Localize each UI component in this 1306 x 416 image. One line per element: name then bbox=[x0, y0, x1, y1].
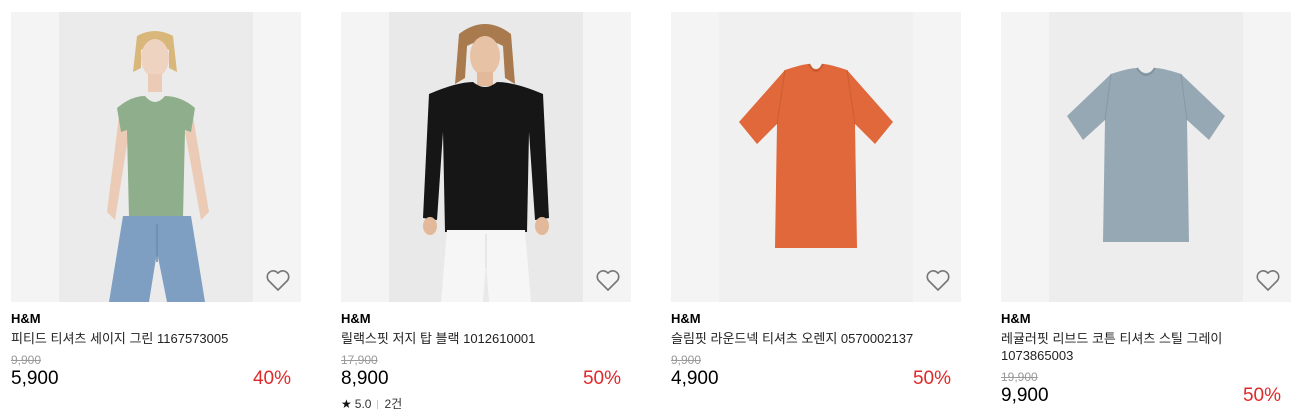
rating-summary: ★ 5.0 2건 bbox=[341, 397, 402, 411]
review-count: 2건 bbox=[384, 397, 403, 411]
discount-rate: 40% bbox=[252, 368, 291, 389]
product-photo[interactable] bbox=[389, 12, 583, 302]
brand-name[interactable]: H&M bbox=[671, 311, 701, 327]
product-photo[interactable] bbox=[1049, 12, 1243, 302]
discount-rate: 50% bbox=[1242, 385, 1281, 406]
discount-rate: 50% bbox=[582, 368, 621, 389]
sale-price: 8,900 bbox=[341, 368, 389, 389]
brand-name[interactable]: H&M bbox=[341, 311, 371, 327]
star-icon: ★ bbox=[341, 397, 352, 411]
brand-name[interactable]: H&M bbox=[11, 311, 41, 327]
product-card[interactable]: H&M 레귤러핏 리브드 코튼 티셔츠 스틸 그레이 1073865003 19… bbox=[1001, 12, 1291, 416]
original-price: 9,900 bbox=[671, 353, 702, 367]
original-price: 19,900 bbox=[1001, 370, 1038, 384]
sale-price: 4,900 bbox=[671, 368, 719, 389]
product-card[interactable]: H&M 피티드 티셔츠 세이지 그린 1167573005 9,900 5,90… bbox=[11, 12, 301, 416]
original-price: 17,900 bbox=[341, 353, 378, 367]
sale-price: 5,900 bbox=[11, 368, 59, 389]
product-name[interactable]: 릴랙스핏 저지 탑 블랙 1012610001 bbox=[341, 330, 626, 347]
rating-divider bbox=[377, 399, 379, 409]
rating-score: 5.0 bbox=[354, 397, 372, 411]
product-card[interactable]: H&M 슬림핏 라운드넥 티셔츠 오렌지 0570002137 9,900 4,… bbox=[671, 12, 961, 416]
original-price: 9,900 bbox=[11, 353, 42, 367]
sale-price: 9,900 bbox=[1001, 385, 1049, 406]
product-name[interactable]: 피티드 티셔츠 세이지 그린 1167573005 bbox=[11, 330, 296, 347]
product-image-area[interactable] bbox=[11, 12, 301, 302]
product-photo[interactable] bbox=[59, 12, 253, 302]
heart-outline-icon[interactable] bbox=[1255, 268, 1281, 292]
product-image-area[interactable] bbox=[671, 12, 961, 302]
product-name[interactable]: 레귤러핏 리브드 코튼 티셔츠 스틸 그레이 1073865003 bbox=[1001, 330, 1286, 364]
product-image-area[interactable] bbox=[341, 12, 631, 302]
product-photo[interactable] bbox=[719, 12, 913, 302]
product-image-area[interactable] bbox=[1001, 12, 1291, 302]
product-card[interactable]: H&M 릴랙스핏 저지 탑 블랙 1012610001 17,900 8,900… bbox=[341, 12, 631, 416]
heart-outline-icon[interactable] bbox=[265, 268, 291, 292]
heart-outline-icon[interactable] bbox=[595, 268, 621, 292]
brand-name[interactable]: H&M bbox=[1001, 311, 1031, 327]
product-name[interactable]: 슬림핏 라운드넥 티셔츠 오렌지 0570002137 bbox=[671, 330, 956, 347]
heart-outline-icon[interactable] bbox=[925, 268, 951, 292]
discount-rate: 50% bbox=[912, 368, 951, 389]
